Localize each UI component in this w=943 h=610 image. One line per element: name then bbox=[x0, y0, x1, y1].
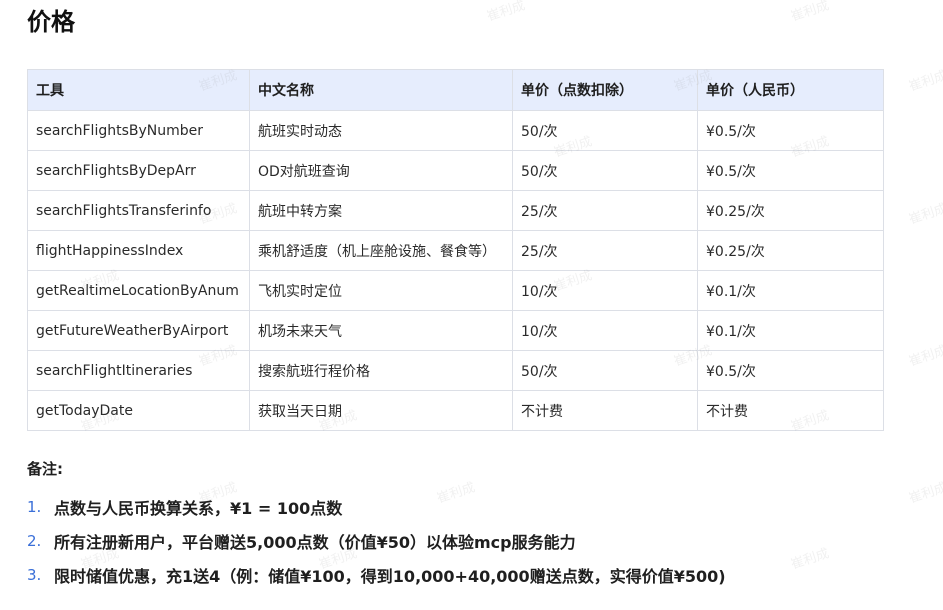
tool-name-cell: flightHappinessIndex bbox=[27, 230, 250, 271]
table-row: searchFlightsByNumber 航班实时动态 50/次 ¥0.5/次 bbox=[27, 110, 884, 151]
list-item-number: 3. bbox=[27, 566, 42, 584]
rmb-price-cell: ¥0.5/次 bbox=[697, 350, 884, 391]
rmb-price-cell: ¥0.25/次 bbox=[697, 230, 884, 271]
rmb-price-cell: 不计费 bbox=[697, 390, 884, 431]
chinese-name-cell: 乘机舒适度（机上座舱设施、餐食等） bbox=[249, 230, 513, 271]
tool-name-cell: searchFlightsByNumber bbox=[27, 110, 250, 151]
table-row: getRealtimeLocationByAnum 飞机实时定位 10/次 ¥0… bbox=[27, 270, 884, 311]
watermark-text: 崔利成 bbox=[907, 201, 943, 228]
chinese-name-cell: 航班实时动态 bbox=[249, 110, 513, 151]
notes-list: 1. 点数与人民币换算关系，¥1 = 100点数 2. 所有注册新用户，平台赠送… bbox=[27, 490, 927, 592]
points-price-cell: 50/次 bbox=[512, 110, 698, 151]
pricing-page: 价格 工具 中文名称 单价（点数扣除） 单价（人民币） searchFlight… bbox=[0, 0, 943, 610]
points-price-cell: 25/次 bbox=[512, 190, 698, 231]
rmb-price-cell: ¥0.1/次 bbox=[697, 310, 884, 351]
page-title: 价格 bbox=[27, 8, 75, 36]
chinese-name-cell: 机场未来天气 bbox=[249, 310, 513, 351]
watermark-text: 崔利成 bbox=[789, 0, 831, 25]
watermark-text: 崔利成 bbox=[907, 68, 943, 95]
list-item: 3. 限时储值优惠，充1送4（例：储值¥100，得到10,000+40,000赠… bbox=[27, 558, 927, 592]
list-item-text: 所有注册新用户，平台赠送5,000点数（价值¥50）以体验mcp服务能力 bbox=[54, 533, 576, 552]
tool-name-cell: getTodayDate bbox=[27, 390, 250, 431]
chinese-name-cell: OD对航班查询 bbox=[249, 150, 513, 191]
points-price-cell: 不计费 bbox=[512, 390, 698, 431]
chinese-name-cell: 搜索航班行程价格 bbox=[249, 350, 513, 391]
points-price-cell: 50/次 bbox=[512, 150, 698, 191]
rmb-price-cell: ¥0.5/次 bbox=[697, 110, 884, 151]
points-price-cell: 25/次 bbox=[512, 230, 698, 271]
column-header-tool: 工具 bbox=[27, 69, 250, 111]
chinese-name-cell: 飞机实时定位 bbox=[249, 270, 513, 311]
pricing-table: 工具 中文名称 单价（点数扣除） 单价（人民币） searchFlightsBy… bbox=[27, 69, 884, 431]
tool-name-cell: searchFlightItineraries bbox=[27, 350, 250, 391]
chinese-name-cell: 获取当天日期 bbox=[249, 390, 513, 431]
chinese-name-cell: 航班中转方案 bbox=[249, 190, 513, 231]
table-header-row: 工具 中文名称 单价（点数扣除） 单价（人民币） bbox=[27, 69, 884, 111]
list-item-number: 2. bbox=[27, 532, 42, 550]
points-price-cell: 50/次 bbox=[512, 350, 698, 391]
notes-title: 备注: bbox=[27, 460, 63, 478]
table-row: flightHappinessIndex 乘机舒适度（机上座舱设施、餐食等） 2… bbox=[27, 230, 884, 271]
tool-name-cell: searchFlightsByDepArr bbox=[27, 150, 250, 191]
table-row: getFutureWeatherByAirport 机场未来天气 10/次 ¥0… bbox=[27, 310, 884, 351]
column-header-rmb-price: 单价（人民币） bbox=[697, 69, 884, 111]
list-item-text: 限时储值优惠，充1送4（例：储值¥100，得到10,000+40,000赠送点数… bbox=[54, 567, 726, 586]
table-row: getTodayDate 获取当天日期 不计费 不计费 bbox=[27, 390, 884, 431]
points-price-cell: 10/次 bbox=[512, 310, 698, 351]
rmb-price-cell: ¥0.1/次 bbox=[697, 270, 884, 311]
column-header-chinese-name: 中文名称 bbox=[249, 69, 513, 111]
table-row: searchFlightItineraries 搜索航班行程价格 50/次 ¥0… bbox=[27, 350, 884, 391]
table-row: searchFlightsByDepArr OD对航班查询 50/次 ¥0.5/… bbox=[27, 150, 884, 191]
notes-section: 备注: 1. 点数与人民币换算关系，¥1 = 100点数 2. 所有注册新用户，… bbox=[27, 458, 927, 592]
rmb-price-cell: ¥0.5/次 bbox=[697, 150, 884, 191]
watermark-text: 崔利成 bbox=[485, 0, 527, 25]
points-price-cell: 10/次 bbox=[512, 270, 698, 311]
list-item: 2. 所有注册新用户，平台赠送5,000点数（价值¥50）以体验mcp服务能力 bbox=[27, 524, 927, 558]
tool-name-cell: searchFlightsTransferinfo bbox=[27, 190, 250, 231]
tool-name-cell: getRealtimeLocationByAnum bbox=[27, 270, 250, 311]
list-item: 1. 点数与人民币换算关系，¥1 = 100点数 bbox=[27, 490, 927, 524]
table-row: searchFlightsTransferinfo 航班中转方案 25/次 ¥0… bbox=[27, 190, 884, 231]
tool-name-cell: getFutureWeatherByAirport bbox=[27, 310, 250, 351]
watermark-text: 崔利成 bbox=[907, 343, 943, 370]
list-item-number: 1. bbox=[27, 498, 42, 516]
rmb-price-cell: ¥0.25/次 bbox=[697, 190, 884, 231]
column-header-points-price: 单价（点数扣除） bbox=[512, 69, 698, 111]
list-item-text: 点数与人民币换算关系，¥1 = 100点数 bbox=[54, 499, 343, 518]
